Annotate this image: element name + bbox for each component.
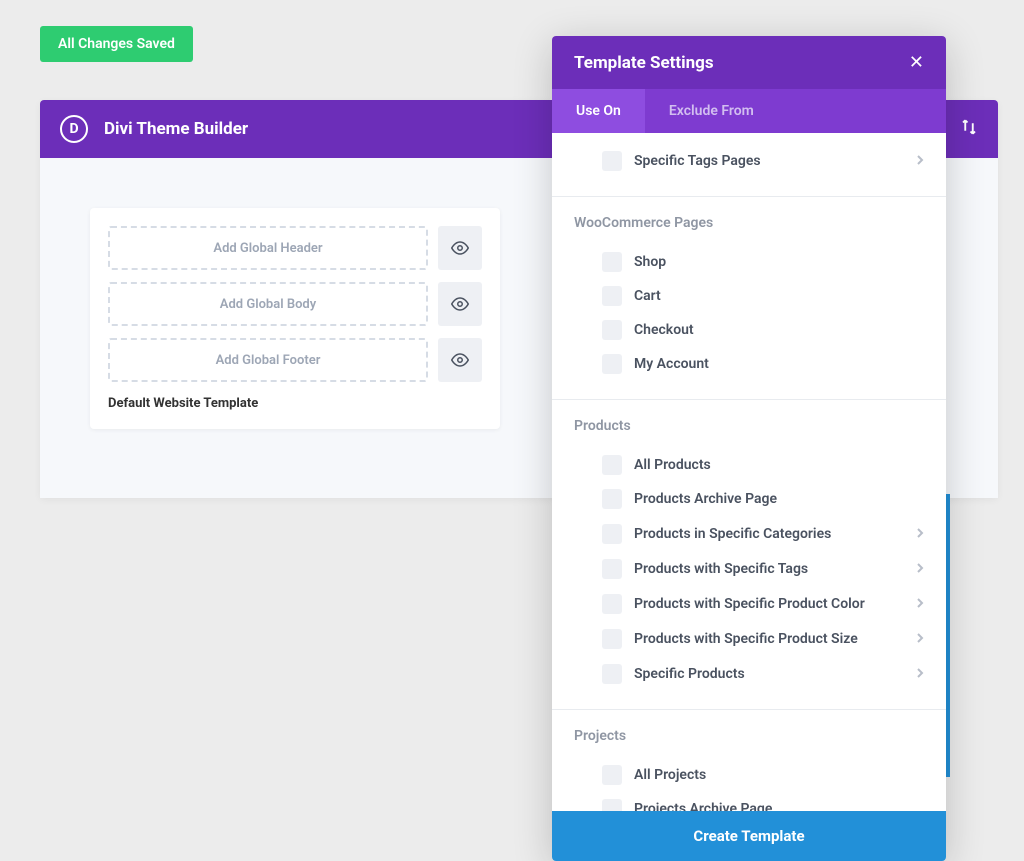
checkbox[interactable]	[602, 629, 622, 649]
option-row[interactable]: Products in Specific Categories	[574, 516, 924, 551]
option-row[interactable]: Products Archive Page	[574, 482, 924, 516]
template-card: Add Global Header Add Global Body Add Gl…	[90, 208, 500, 429]
divi-logo-icon: D	[60, 115, 88, 143]
checkbox[interactable]	[602, 489, 622, 509]
option-row[interactable]: Projects Archive Page	[574, 792, 924, 811]
option-label: Specific Tags Pages	[634, 153, 904, 169]
checkbox[interactable]	[602, 320, 622, 340]
option-label: Products with Specific Tags	[634, 561, 904, 577]
option-row[interactable]: Checkout	[574, 313, 924, 347]
option-label: Products with Specific Product Size	[634, 631, 904, 647]
visibility-body-button[interactable]	[438, 282, 482, 326]
modal-tabs: Use On Exclude From	[552, 89, 946, 133]
option-label: Specific Products	[634, 666, 904, 682]
checkbox[interactable]	[602, 151, 622, 171]
create-template-button[interactable]: Create Template	[552, 811, 946, 861]
add-global-body-button[interactable]: Add Global Body	[108, 282, 428, 326]
checkbox[interactable]	[602, 664, 622, 684]
tab-exclude-from[interactable]: Exclude From	[645, 89, 778, 133]
option-group: Products All Products Products Archive Pag…	[552, 400, 946, 710]
add-global-footer-button[interactable]: Add Global Footer	[108, 338, 428, 382]
eye-icon	[451, 239, 469, 257]
option-label: Products in Specific Categories	[634, 526, 904, 542]
checkbox[interactable]	[602, 286, 622, 306]
option-group: WooCommerce Pages Shop Cart Checkout My Acco…	[552, 197, 946, 400]
visibility-footer-button[interactable]	[438, 338, 482, 382]
checkbox[interactable]	[602, 524, 622, 544]
modal-header: Template Settings ✕	[552, 36, 946, 89]
option-row[interactable]: Products with Specific Product Color	[574, 586, 924, 621]
option-group: Projects All Projects Projects Archive Pag…	[552, 710, 946, 811]
chevron-right-icon[interactable]	[916, 523, 924, 544]
add-body-row: Add Global Body	[108, 282, 482, 326]
page-title: Divi Theme Builder	[104, 119, 248, 139]
add-footer-row: Add Global Footer	[108, 338, 482, 382]
option-label: All Projects	[634, 767, 924, 783]
option-row[interactable]: Shop	[574, 245, 924, 279]
modal-content[interactable]: Specific Tags Pages WooCommerce Pages Sho…	[552, 133, 946, 811]
template-name-label: Default Website Template	[108, 396, 482, 411]
chevron-right-icon[interactable]	[916, 150, 924, 171]
option-label: Checkout	[634, 322, 924, 338]
option-label: Projects Archive Page	[634, 801, 924, 811]
modal-title: Template Settings	[574, 53, 714, 73]
option-row[interactable]: Products with Specific Product Size	[574, 621, 924, 656]
eye-icon	[451, 295, 469, 313]
checkbox[interactable]	[602, 559, 622, 579]
template-settings-modal: Template Settings ✕ Use On Exclude From …	[552, 36, 946, 861]
group-title: Products	[574, 418, 924, 434]
option-row[interactable]: Specific Products	[574, 656, 924, 691]
option-row[interactable]: All Projects	[574, 758, 924, 792]
chevron-right-icon[interactable]	[916, 628, 924, 649]
option-label: Products with Specific Product Color	[634, 596, 904, 612]
add-global-header-button[interactable]: Add Global Header	[108, 226, 428, 270]
checkbox[interactable]	[602, 765, 622, 785]
checkbox[interactable]	[602, 594, 622, 614]
checkbox[interactable]	[602, 354, 622, 374]
option-label: Products Archive Page	[634, 491, 924, 507]
visibility-header-button[interactable]	[438, 226, 482, 270]
checkbox[interactable]	[602, 252, 622, 272]
group-title: WooCommerce Pages	[574, 215, 924, 231]
option-row[interactable]: All Products	[574, 448, 924, 482]
chevron-right-icon[interactable]	[916, 558, 924, 579]
checkbox[interactable]	[602, 799, 622, 811]
chevron-right-icon[interactable]	[916, 663, 924, 684]
option-row[interactable]: Cart	[574, 279, 924, 313]
checkbox[interactable]	[602, 455, 622, 475]
first-visible-item: Specific Tags Pages	[552, 133, 946, 197]
option-label: All Products	[634, 457, 924, 473]
close-icon[interactable]: ✕	[909, 52, 924, 73]
option-label: Cart	[634, 288, 924, 304]
tab-use-on[interactable]: Use On	[552, 89, 645, 133]
saved-badge: All Changes Saved	[40, 26, 193, 62]
option-row[interactable]: Specific Tags Pages	[574, 143, 924, 178]
option-row[interactable]: Products with Specific Tags	[574, 551, 924, 586]
eye-icon	[451, 351, 469, 369]
option-row[interactable]: My Account	[574, 347, 924, 381]
option-label: Shop	[634, 254, 924, 270]
sort-icon[interactable]	[960, 118, 978, 141]
group-title: Projects	[574, 728, 924, 744]
chevron-right-icon[interactable]	[916, 593, 924, 614]
add-header-row: Add Global Header	[108, 226, 482, 270]
option-label: My Account	[634, 356, 924, 372]
